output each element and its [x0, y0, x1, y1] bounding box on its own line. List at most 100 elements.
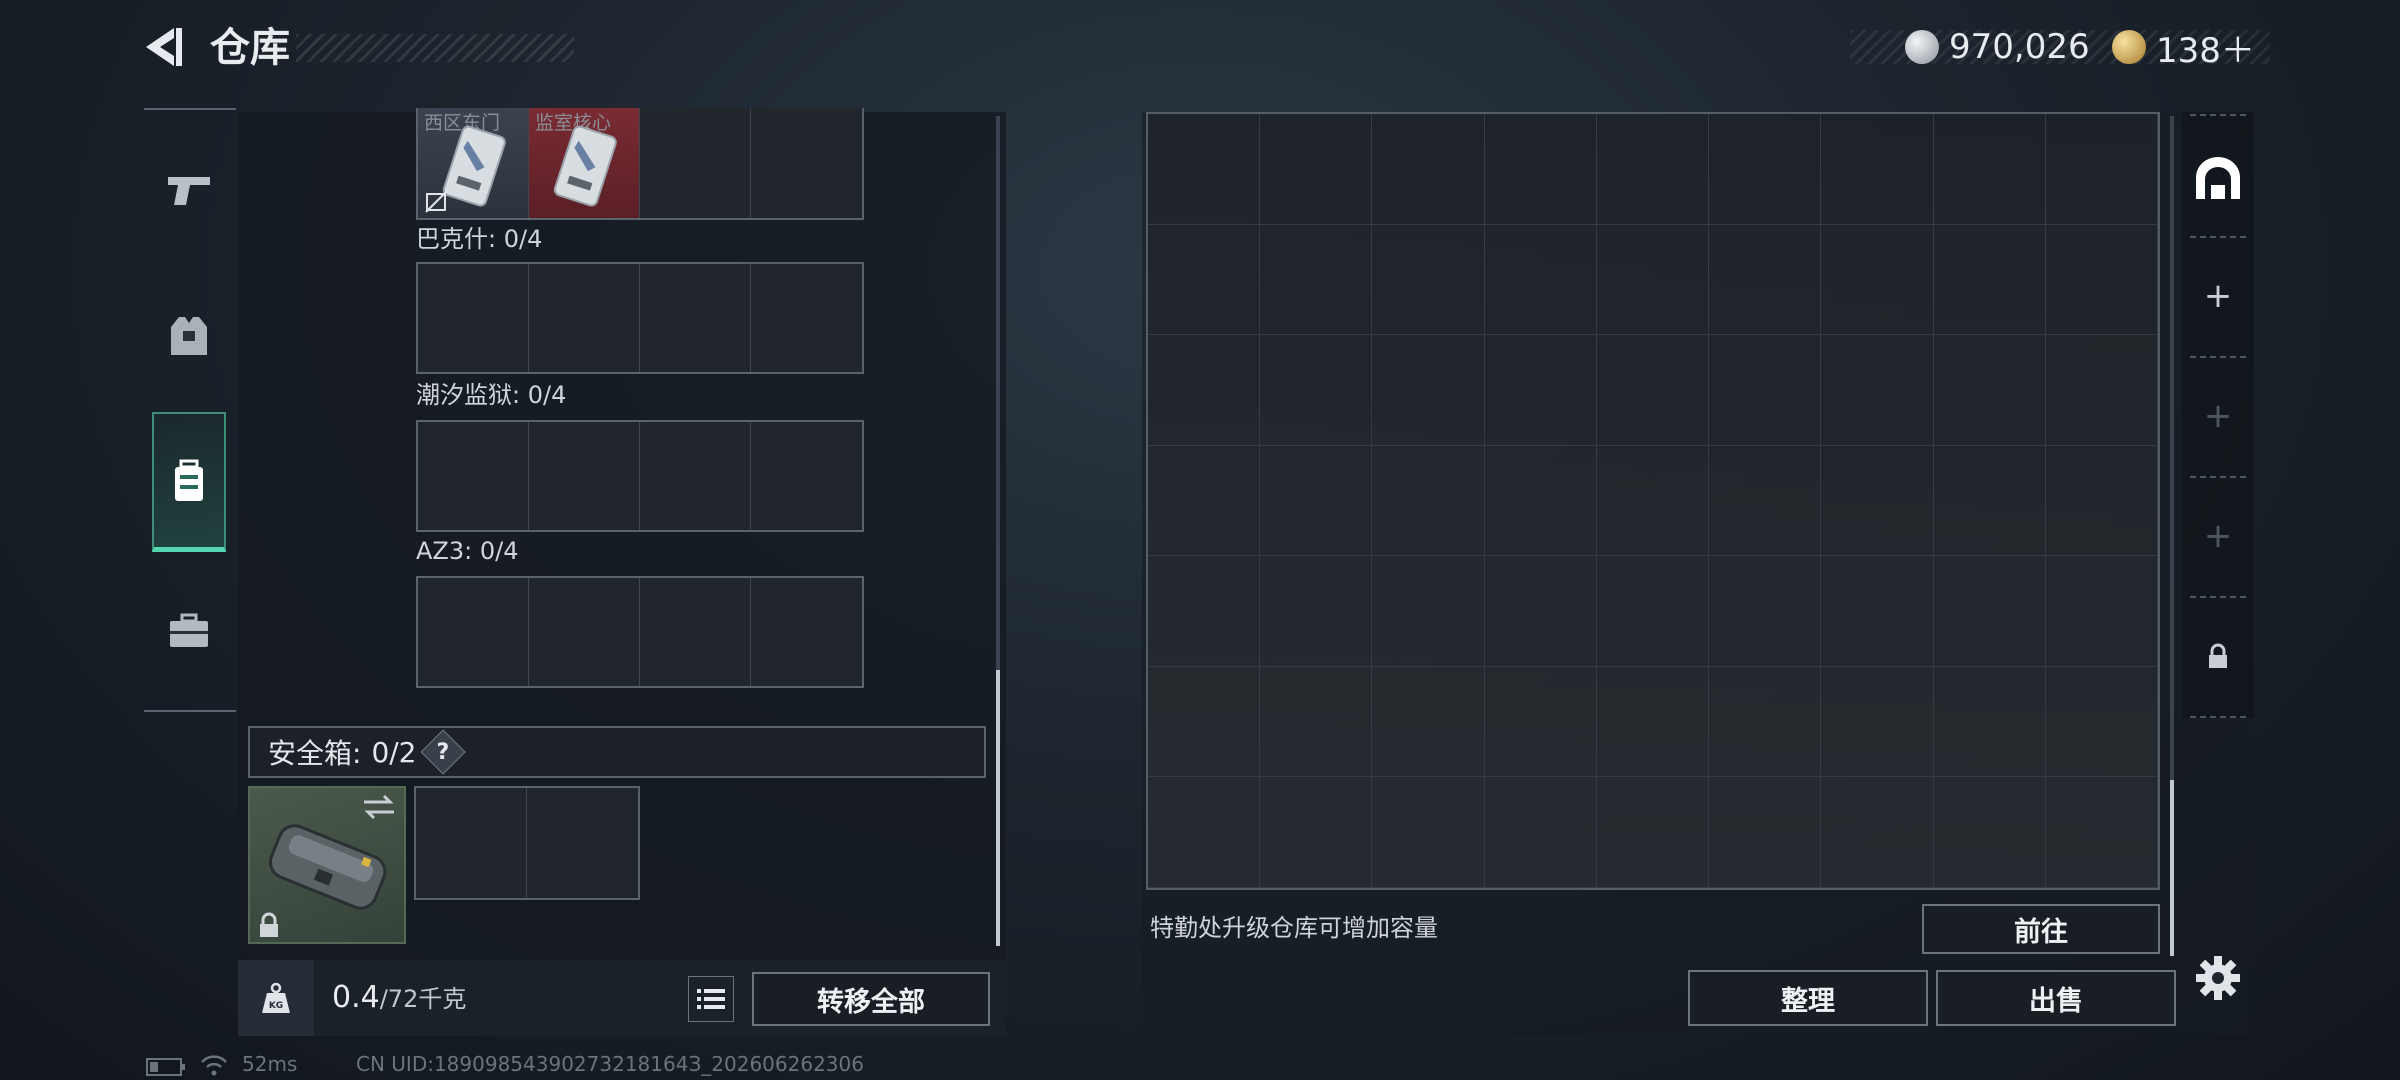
storage-cell[interactable]: [1933, 556, 2046, 667]
empty-slot[interactable]: [416, 788, 527, 898]
empty-slot[interactable]: [527, 788, 638, 898]
storage-cell[interactable]: [1821, 114, 1934, 225]
storage-cell[interactable]: [1821, 777, 1934, 888]
storage-cell[interactable]: [1821, 224, 1934, 336]
tab-add-storage-2[interactable]: +: [2182, 366, 2254, 466]
swap-icon[interactable]: [362, 794, 396, 820]
storage-cell[interactable]: [1372, 224, 1485, 336]
storage-cell[interactable]: [1484, 335, 1597, 446]
storage-cell[interactable]: [1709, 224, 1822, 336]
nav-item-backpack[interactable]: [152, 412, 226, 552]
empty-slot[interactable]: [529, 578, 640, 686]
storage-cell[interactable]: [1484, 445, 1597, 557]
storage-cell[interactable]: [1148, 777, 1261, 888]
storage-cell[interactable]: [1484, 777, 1597, 888]
empty-slot[interactable]: [751, 422, 862, 530]
inventory-scroll-thumb[interactable]: [996, 670, 1000, 946]
storage-cell[interactable]: [1372, 335, 1485, 446]
storage-cell[interactable]: [1596, 224, 1710, 336]
empty-slot[interactable]: [529, 264, 640, 372]
empty-slot[interactable]: [418, 422, 529, 530]
storage-cell[interactable]: [1709, 666, 1822, 778]
storage-cell[interactable]: [1260, 777, 1373, 888]
empty-slot[interactable]: [751, 578, 862, 686]
list-view-button[interactable]: [688, 976, 734, 1022]
storage-cell[interactable]: [1484, 114, 1597, 225]
storage-cell[interactable]: [1484, 666, 1597, 778]
silver-currency[interactable]: 970,026: [1905, 22, 2090, 72]
nav-item-armor[interactable]: [152, 282, 226, 392]
empty-slot[interactable]: [640, 108, 751, 218]
key-card-slot[interactable]: 监室核心: [529, 108, 640, 218]
storage-cell[interactable]: [1821, 556, 1934, 667]
storage-cell[interactable]: [1148, 445, 1261, 557]
safe-case-item[interactable]: [248, 786, 406, 944]
storage-cell[interactable]: [1596, 335, 1710, 446]
storage-cell[interactable]: [1933, 335, 2046, 446]
help-button[interactable]: ?: [419, 729, 466, 775]
nav-item-weapons[interactable]: [152, 134, 226, 244]
tab-main-storage[interactable]: [2182, 128, 2254, 228]
empty-slot[interactable]: [640, 578, 751, 686]
empty-slot[interactable]: [418, 578, 529, 686]
storage-cell[interactable]: [1933, 666, 2046, 778]
storage-cell[interactable]: [1709, 114, 1822, 225]
storage-cell[interactable]: [2045, 445, 2158, 557]
storage-cell[interactable]: [1372, 666, 1485, 778]
storage-cell[interactable]: [1596, 556, 1710, 667]
gold-currency[interactable]: 138＋: [2112, 22, 2255, 72]
storage-cell[interactable]: [1933, 777, 2046, 888]
settings-button[interactable]: [2194, 954, 2242, 1002]
transfer-all-button[interactable]: 转移全部: [752, 972, 990, 1026]
storage-cell[interactable]: [1260, 556, 1373, 667]
storage-cell[interactable]: [1933, 445, 2046, 557]
sell-button[interactable]: 出售: [1936, 970, 2176, 1026]
sort-button[interactable]: 整理: [1688, 970, 1928, 1026]
storage-cell[interactable]: [1821, 445, 1934, 557]
tab-add-storage-1[interactable]: +: [2182, 246, 2254, 346]
storage-cell[interactable]: [1148, 556, 1261, 667]
storage-cell[interactable]: [2045, 335, 2158, 446]
storage-cell[interactable]: [1821, 666, 1934, 778]
nav-item-toolbox[interactable]: [152, 576, 226, 686]
storage-cell[interactable]: [1596, 777, 1710, 888]
storage-cell[interactable]: [1260, 114, 1373, 225]
storage-cell[interactable]: [1821, 335, 1934, 446]
storage-cell[interactable]: [1596, 666, 1710, 778]
storage-cell[interactable]: [1484, 556, 1597, 667]
storage-cell[interactable]: [2045, 114, 2158, 225]
tab-locked[interactable]: [2182, 606, 2254, 706]
storage-cell[interactable]: [1260, 224, 1373, 336]
storage-cell[interactable]: [1933, 114, 2046, 225]
storage-cell[interactable]: [1372, 445, 1485, 557]
empty-slot[interactable]: [751, 108, 862, 218]
key-card-slot[interactable]: 西区东门: [418, 108, 529, 218]
storage-cell[interactable]: [1709, 777, 1822, 888]
storage-cell[interactable]: [1484, 224, 1597, 336]
storage-cell[interactable]: [2045, 666, 2158, 778]
tab-add-storage-3[interactable]: +: [2182, 486, 2254, 586]
back-button[interactable]: [140, 22, 190, 72]
storage-cell[interactable]: [2045, 224, 2158, 336]
storage-cell[interactable]: [1148, 114, 1261, 225]
storage-cell[interactable]: [1372, 556, 1485, 667]
storage-cell[interactable]: [1596, 445, 1710, 557]
storage-cell[interactable]: [1260, 335, 1373, 446]
storage-cell[interactable]: [1709, 335, 1822, 446]
storage-cell[interactable]: [1260, 666, 1373, 778]
storage-cell[interactable]: [1148, 224, 1261, 336]
empty-slot[interactable]: [640, 264, 751, 372]
empty-slot[interactable]: [529, 422, 640, 530]
storage-cell[interactable]: [1148, 666, 1261, 778]
storage-cell[interactable]: [1596, 114, 1710, 225]
storage-cell[interactable]: [1372, 114, 1485, 225]
storage-cell[interactable]: [1372, 777, 1485, 888]
storage-cell[interactable]: [1933, 224, 2046, 336]
storage-scroll-thumb[interactable]: [2170, 780, 2174, 956]
empty-slot[interactable]: [418, 264, 529, 372]
storage-cell[interactable]: [2045, 777, 2158, 888]
storage-cell[interactable]: [1709, 556, 1822, 667]
storage-cell[interactable]: [1260, 445, 1373, 557]
storage-cell[interactable]: [2045, 556, 2158, 667]
storage-cell[interactable]: [1148, 335, 1261, 446]
